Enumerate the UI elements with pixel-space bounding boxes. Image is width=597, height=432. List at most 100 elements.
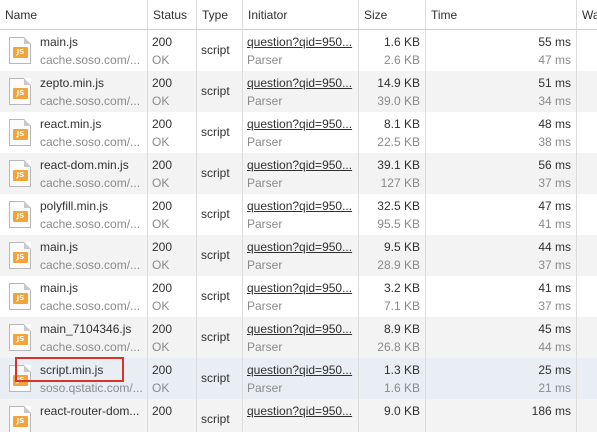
js-badge: JS [13, 129, 28, 140]
status-cell: 200 OK [148, 30, 197, 71]
type-cell: script [197, 194, 243, 235]
type-cell: script [197, 317, 243, 358]
request-row[interactable]: JS zepto.min.js cache.soso.com/... 200 OK scr… [0, 71, 597, 112]
request-row[interactable]: JS main.js cache.soso.com/... 200 OK script qu… [0, 30, 597, 71]
request-name[interactable]: main.js [40, 281, 78, 295]
transfer-size: 8.1 KB [383, 117, 420, 131]
size-cell: 8.1 KB 22.5 KB [359, 112, 426, 153]
request-domain: soso.qstatic.com/... [40, 381, 143, 395]
transfer-size: 9.5 KB [383, 240, 420, 254]
initiator-type: Parser [247, 340, 283, 354]
status-text: OK [152, 176, 170, 190]
js-file-icon: JS [9, 119, 31, 146]
waterfall-cell [577, 358, 597, 399]
initiator-type: Parser [247, 381, 283, 395]
waterfall-cell [577, 30, 597, 71]
request-name[interactable]: polyfill.min.js [40, 199, 108, 213]
column-header-name[interactable]: Name [0, 0, 148, 30]
column-header-status[interactable]: Status [148, 0, 197, 30]
type-cell: script [197, 399, 243, 432]
status-text: OK [152, 299, 170, 313]
request-domain: cache.soso.com/... [40, 135, 141, 149]
initiator-link[interactable]: question?qid=950... [247, 199, 352, 213]
page-fold-icon [24, 201, 31, 208]
initiator-link[interactable]: question?qid=950... [247, 404, 352, 418]
status-code: 200 [152, 404, 173, 418]
name-cell: JS main_7104346.js cache.soso.com/... [0, 317, 148, 358]
status-code: 200 [152, 158, 173, 172]
column-header-time[interactable]: Time [426, 0, 577, 30]
waterfall-cell [577, 399, 597, 432]
waterfall-cell [577, 317, 597, 358]
content-size: 2.6 KB [383, 53, 420, 67]
waterfall-cell [577, 112, 597, 153]
column-header-type[interactable]: Type [197, 0, 243, 30]
status-text: OK [152, 258, 170, 272]
request-row[interactable]: JS react-dom.min.js cache.soso.com/... 200 O… [0, 153, 597, 194]
total-time: 186 ms [531, 404, 571, 418]
initiator-type: Parser [247, 258, 283, 272]
time-cell: 186 ms [426, 399, 577, 432]
status-code: 200 [152, 199, 173, 213]
name-cell: JS main.js cache.soso.com/... [0, 30, 148, 71]
latency-time: 21 ms [538, 381, 571, 395]
initiator-type: Parser [247, 176, 283, 190]
total-time: 51 ms [538, 76, 571, 90]
initiator-cell: question?qid=950... Parser [243, 30, 359, 71]
request-name[interactable]: zepto.min.js [40, 76, 104, 90]
latency-time: 41 ms [538, 217, 571, 231]
request-row[interactable]: JS main_7104346.js cache.soso.com/... 200 OK… [0, 317, 597, 358]
status-cell: 200 OK [148, 194, 197, 235]
initiator-type: Parser [247, 135, 283, 149]
request-name[interactable]: react-router-dom... [40, 404, 139, 418]
column-header-waterfall[interactable]: Wa [577, 0, 597, 30]
initiator-link[interactable]: question?qid=950... [247, 281, 352, 295]
request-name[interactable]: main.js [40, 35, 78, 49]
initiator-cell: question?qid=950... Parser [243, 235, 359, 276]
type-cell: script [197, 71, 243, 112]
initiator-link[interactable]: question?qid=950... [247, 117, 352, 131]
page-fold-icon [24, 242, 31, 249]
waterfall-cell [577, 153, 597, 194]
initiator-link[interactable]: question?qid=950... [247, 240, 352, 254]
js-badge: JS [13, 88, 28, 99]
initiator-link[interactable]: question?qid=950... [247, 158, 352, 172]
request-row[interactable]: JS react.min.js cache.soso.com/... 200 OK scr… [0, 112, 597, 153]
page-fold-icon [24, 37, 31, 44]
initiator-link[interactable]: question?qid=950... [247, 76, 352, 90]
type-cell: script [197, 153, 243, 194]
initiator-link[interactable]: question?qid=950... [247, 363, 352, 377]
request-row[interactable]: JS polyfill.min.js cache.soso.com/... 200 OK… [0, 194, 597, 235]
request-row[interactable]: JS main.js cache.soso.com/... 200 OK script qu… [0, 235, 597, 276]
transfer-size: 32.5 KB [377, 199, 420, 213]
initiator-cell: question?qid=950... Parser [243, 276, 359, 317]
page-fold-icon [24, 78, 31, 85]
request-row[interactable]: JS main.js cache.soso.com/... 200 OK script qu… [0, 276, 597, 317]
js-badge: JS [13, 416, 28, 427]
request-name[interactable]: main_7104346.js [40, 322, 131, 336]
resource-type: script [201, 248, 230, 262]
resource-type: script [201, 330, 230, 344]
initiator-link[interactable]: question?qid=950... [247, 35, 352, 49]
waterfall-cell [577, 276, 597, 317]
initiator-type: Parser [247, 53, 283, 67]
name-cell: JS zepto.min.js cache.soso.com/... [0, 71, 148, 112]
request-name[interactable]: react-dom.min.js [40, 158, 129, 172]
request-row[interactable]: JS react-router-dom... 200 script question?q… [0, 399, 597, 432]
status-cell: 200 OK [148, 112, 197, 153]
content-size: 28.9 KB [377, 258, 420, 272]
time-cell: 56 ms 37 ms [426, 153, 577, 194]
initiator-link[interactable]: question?qid=950... [247, 322, 352, 336]
request-name[interactable]: react.min.js [40, 117, 101, 131]
js-badge: JS [13, 293, 28, 304]
js-file-icon: JS [9, 37, 31, 64]
latency-time: 37 ms [538, 176, 571, 190]
request-name[interactable]: main.js [40, 240, 78, 254]
content-size: 1.6 KB [383, 381, 420, 395]
column-header-size[interactable]: Size [359, 0, 426, 30]
column-header-initiator[interactable]: Initiator [243, 0, 359, 30]
transfer-size: 9.0 KB [383, 404, 420, 418]
status-code: 200 [152, 322, 173, 336]
js-file-icon: JS [9, 242, 31, 269]
page-fold-icon [24, 324, 31, 331]
